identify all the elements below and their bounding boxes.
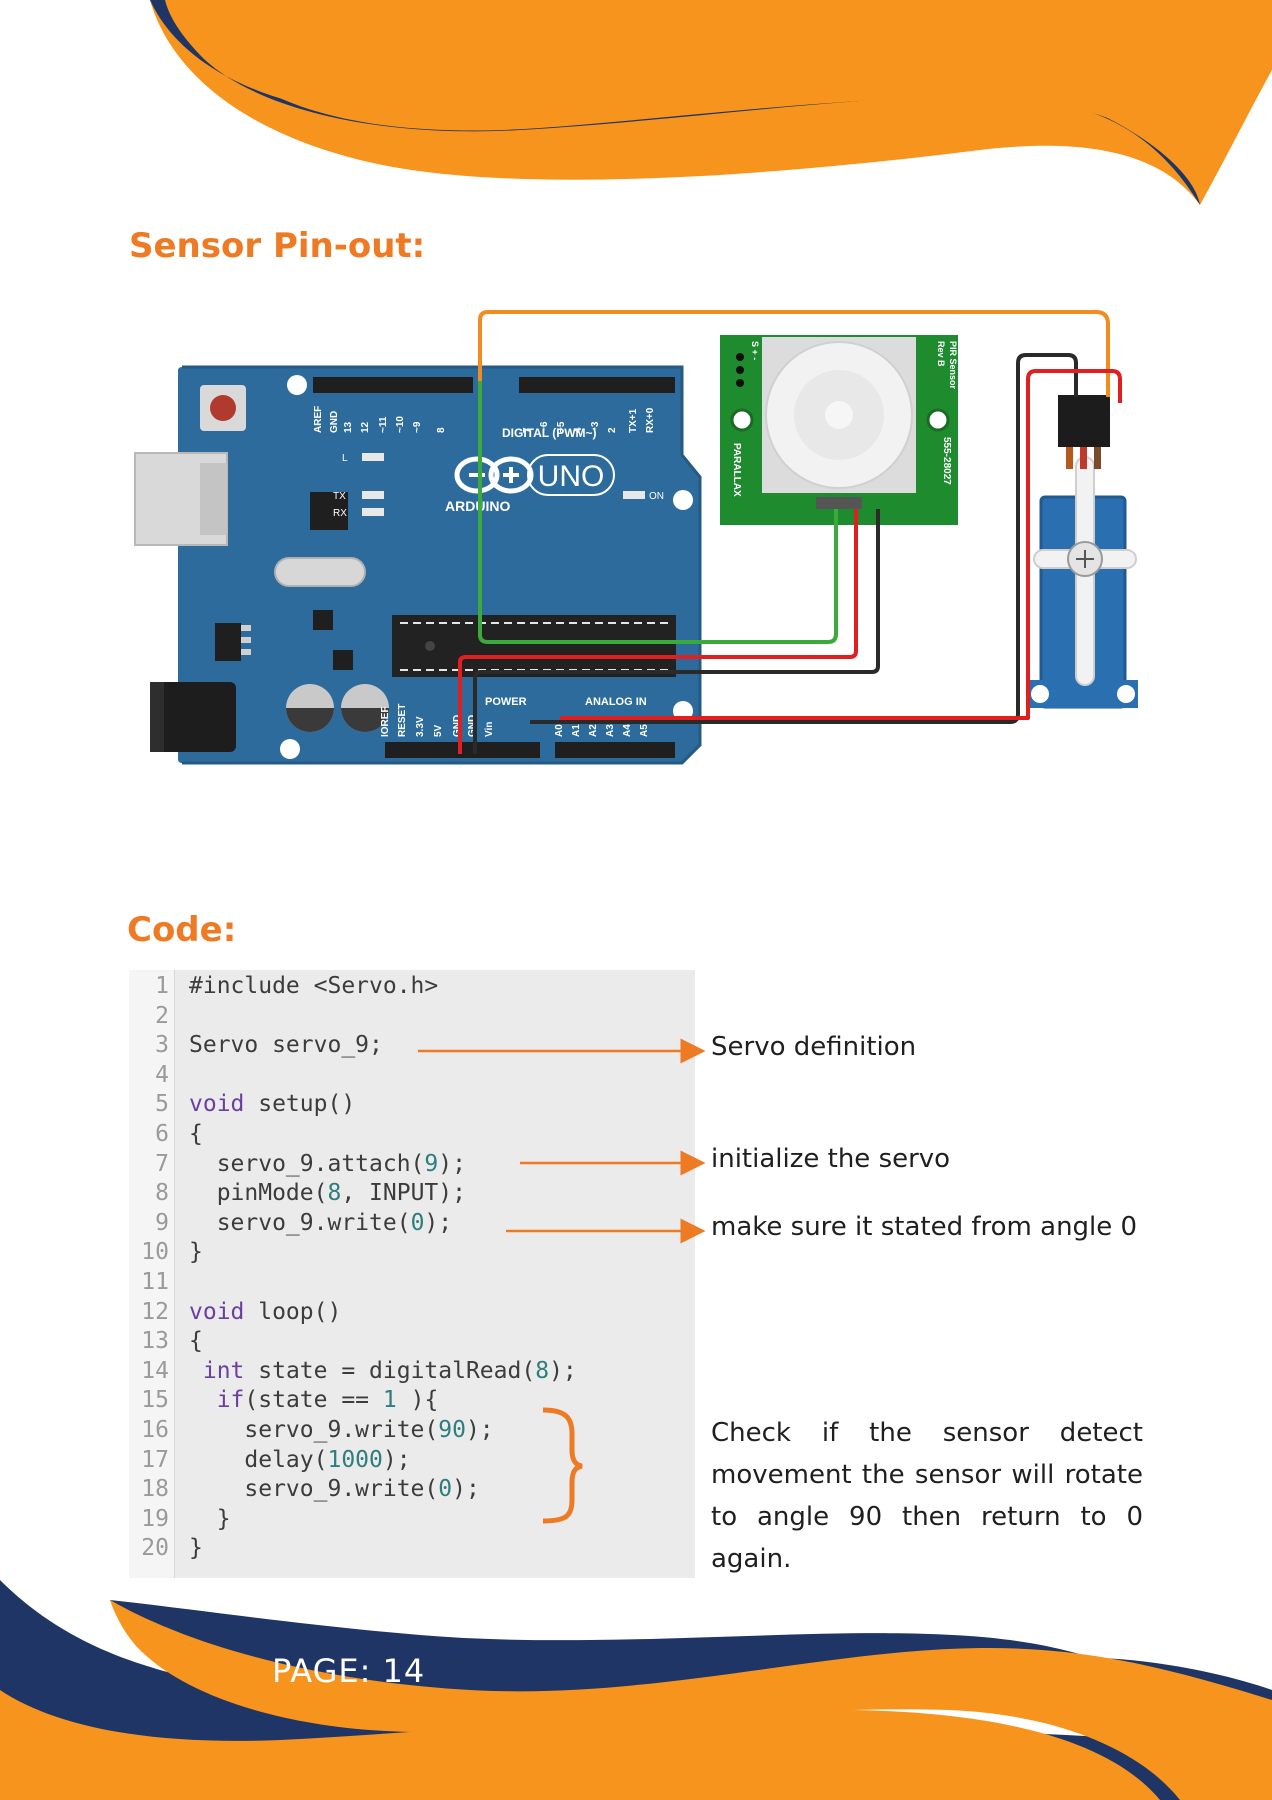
annotation-servo-definition: Servo definition: [711, 1032, 917, 1062]
annotation-check-sensor: Check if the sensor detect movement the …: [711, 1418, 1143, 1574]
annotation-initialize-servo: initialize the servo: [711, 1144, 951, 1174]
curly-brace: [542, 1407, 583, 1524]
annotation-angle-zero: make sure it stated from angle 0: [711, 1212, 1138, 1242]
footer-swoosh: [0, 1580, 1272, 1800]
page-number: PAGE: 14: [272, 1652, 426, 1690]
